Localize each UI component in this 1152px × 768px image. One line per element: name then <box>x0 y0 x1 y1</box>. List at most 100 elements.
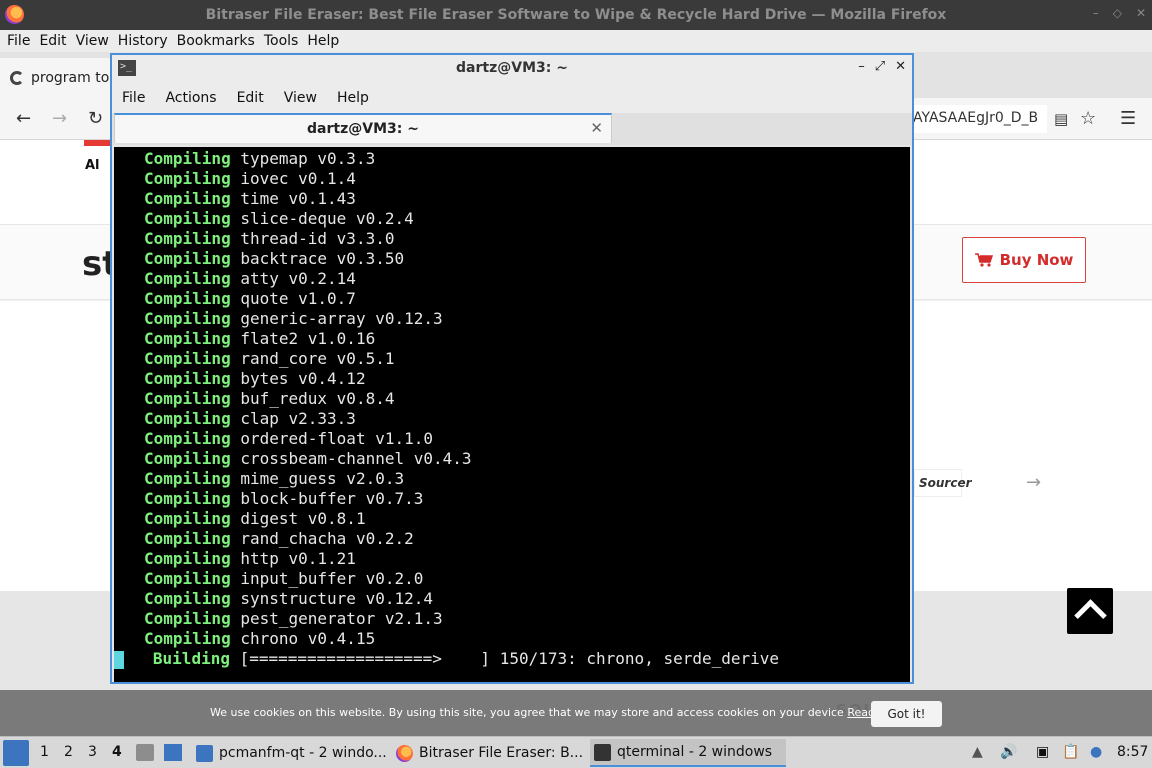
clipboard-icon[interactable]: 📋 <box>1062 744 1079 760</box>
workspace-3[interactable]: 3 <box>88 744 97 760</box>
close-icon[interactable]: ✕ <box>1136 6 1146 20</box>
terminal-line-text: block-buffer v0.7.3 <box>240 489 424 508</box>
cookie-bar: SOLUTION We use cookies on this website.… <box>0 690 1152 736</box>
terminal-line-keyword: Compiling <box>144 229 231 248</box>
terminal-line-text: thread-id v3.3.0 <box>240 229 395 248</box>
workspace-2[interactable]: 2 <box>64 744 73 760</box>
menu-history[interactable]: History <box>118 33 168 49</box>
terminal-line: Compiling atty v0.2.14 <box>144 269 356 289</box>
workspace-1[interactable]: 1 <box>40 744 49 760</box>
taskbar-task-label: Bitraser File Eraser: B... <box>419 745 584 761</box>
terminal-line-keyword: Compiling <box>144 409 231 428</box>
terminal-line-text: http v0.1.21 <box>240 549 356 568</box>
clock[interactable]: 8:57 <box>1117 744 1148 760</box>
terminal-line-text: slice-deque v0.2.4 <box>240 209 414 228</box>
terminal-line-keyword: Compiling <box>144 369 231 388</box>
terminal-tabrow: dartz@VM3: ~ ✕ <box>112 113 912 145</box>
terminal-line-text: mime_guess v2.0.3 <box>240 469 405 488</box>
taskbar-task-pcmanfm[interactable]: pcmanfm-qt - 2 windo... <box>192 739 388 767</box>
start-menu-icon[interactable] <box>3 740 29 766</box>
browser-tab[interactable]: program to <box>0 58 112 98</box>
carousel-next-icon[interactable]: → <box>1026 472 1041 493</box>
terminal-menu-edit[interactable]: Edit <box>237 90 264 106</box>
bookmark-star-icon[interactable]: ☆ <box>1080 108 1096 129</box>
terminal-line-text: crossbeam-channel v0.4.3 <box>240 449 472 468</box>
terminal-line-keyword: Compiling <box>144 529 231 548</box>
workspace-4[interactable]: 4 <box>112 744 122 760</box>
terminal-menu-help[interactable]: Help <box>337 90 369 106</box>
buy-now-button[interactable]: Buy Now <box>962 237 1086 283</box>
terminal-output[interactable]: Compiling typemap v0.3.3 Compiling iovec … <box>114 147 910 682</box>
terminal-line-text: iovec v0.1.4 <box>240 169 356 188</box>
firefox-window-buttons: – ◇ ✕ <box>1093 6 1146 20</box>
terminal-line-text: buf_redux v0.8.4 <box>240 389 395 408</box>
taskbar: 1 2 3 4 pcmanfm-qt - 2 windo... Bitraser… <box>0 736 1152 768</box>
terminal-line-keyword: Compiling <box>144 329 231 348</box>
menu-tools[interactable]: Tools <box>264 33 299 49</box>
menu-file[interactable]: File <box>7 33 30 49</box>
terminal-menu-actions[interactable]: Actions <box>165 90 216 106</box>
apple-label: Al <box>85 158 100 173</box>
minimize-icon[interactable]: – <box>858 59 865 74</box>
hamburger-menu-icon[interactable]: ☰ <box>1120 108 1136 129</box>
minimize-icon[interactable]: – <box>1093 6 1099 20</box>
tray-usb-icon[interactable]: ▲ <box>972 744 983 760</box>
terminal-menu-file[interactable]: File <box>122 90 145 106</box>
terminal-line: Compiling crossbeam-channel v0.4.3 <box>144 449 472 469</box>
terminal-line: Compiling generic-array v0.12.3 <box>144 309 443 329</box>
terminal-line: Compiling time v0.1.43 <box>144 189 356 209</box>
cart-icon <box>974 253 993 267</box>
menu-edit[interactable]: Edit <box>39 33 66 49</box>
update-icon[interactable]: ● <box>1090 744 1102 760</box>
terminal-line: Compiling quote v1.0.7 <box>144 289 356 309</box>
show-desktop-icon[interactable] <box>164 744 182 761</box>
terminal-line-keyword: Compiling <box>144 569 231 588</box>
url-bar[interactable]: AYASAAEgJr0_D_B <box>905 105 1047 133</box>
terminal-line-keyword: Compiling <box>144 209 231 228</box>
terminal-menu-view[interactable]: View <box>284 90 317 106</box>
terminal-line: Compiling mime_guess v2.0.3 <box>144 469 404 489</box>
taskbar-task-firefox[interactable]: Bitraser File Eraser: B... <box>392 739 588 767</box>
volume-icon[interactable]: 🔊 <box>1000 744 1017 760</box>
reader-view-icon[interactable]: ▤ <box>1054 110 1068 128</box>
terminal-tab[interactable]: dartz@VM3: ~ ✕ <box>114 113 612 143</box>
terminal-cursor <box>114 650 124 669</box>
menu-view[interactable]: View <box>76 33 109 49</box>
tab-close-icon[interactable]: ✕ <box>590 119 603 137</box>
terminal-line: Compiling buf_redux v0.8.4 <box>144 389 394 409</box>
terminal-line: Compiling clap v2.33.3 <box>144 409 356 429</box>
taskbar-task-qterminal[interactable]: qterminal - 2 windows <box>590 739 786 767</box>
maximize-icon[interactable]: ⤢ <box>875 59 885 74</box>
terminal-line-keyword: Compiling <box>144 349 231 368</box>
network-icon[interactable]: ▣ <box>1036 744 1049 760</box>
back-icon[interactable]: ← <box>16 108 31 129</box>
terminal-line-keyword: Compiling <box>144 309 231 328</box>
terminal-progress-text: [===================> ] 150/173: chrono,… <box>239 649 780 668</box>
forward-icon[interactable]: → <box>52 108 67 129</box>
terminal-line-text: ordered-float v1.1.0 <box>240 429 433 448</box>
terminal-window-buttons: – ⤢ ✕ <box>858 59 906 74</box>
cookie-message: We use cookies on this website. By using… <box>210 706 906 719</box>
terminal-line-text: input_buffer v0.2.0 <box>240 569 424 588</box>
scroll-to-top-button[interactable] <box>1067 588 1113 634</box>
terminal-line-keyword: Compiling <box>144 609 231 628</box>
terminal-line: Compiling bytes v0.4.12 <box>144 369 366 389</box>
reload-icon[interactable]: ↻ <box>88 108 103 129</box>
terminal-line: Compiling backtrace v0.3.50 <box>144 249 404 269</box>
close-icon[interactable]: ✕ <box>895 59 906 74</box>
terminal-line: Compiling slice-deque v0.2.4 <box>144 209 414 229</box>
terminal-building-line: Building [===================> ] 150/173… <box>114 649 779 669</box>
file-manager-launcher-icon[interactable] <box>136 744 154 761</box>
terminal-line-text: time v0.1.43 <box>240 189 356 208</box>
buy-now-label: Buy Now <box>999 251 1074 269</box>
menu-bookmarks[interactable]: Bookmarks <box>177 33 255 49</box>
terminal-line: Compiling input_buffer v0.2.0 <box>144 569 423 589</box>
terminal-line: Compiling ordered-float v1.1.0 <box>144 429 433 449</box>
terminal-line-text: pest_generator v2.1.3 <box>240 609 443 628</box>
terminal-line: Compiling http v0.1.21 <box>144 549 356 569</box>
terminal-line: Compiling block-buffer v0.7.3 <box>144 489 423 509</box>
cookie-accept-button[interactable]: Got it! <box>871 701 942 727</box>
maximize-icon[interactable]: ◇ <box>1113 6 1122 20</box>
menu-help[interactable]: Help <box>307 33 339 49</box>
terminal-line: Compiling synstructure v0.12.4 <box>144 589 433 609</box>
